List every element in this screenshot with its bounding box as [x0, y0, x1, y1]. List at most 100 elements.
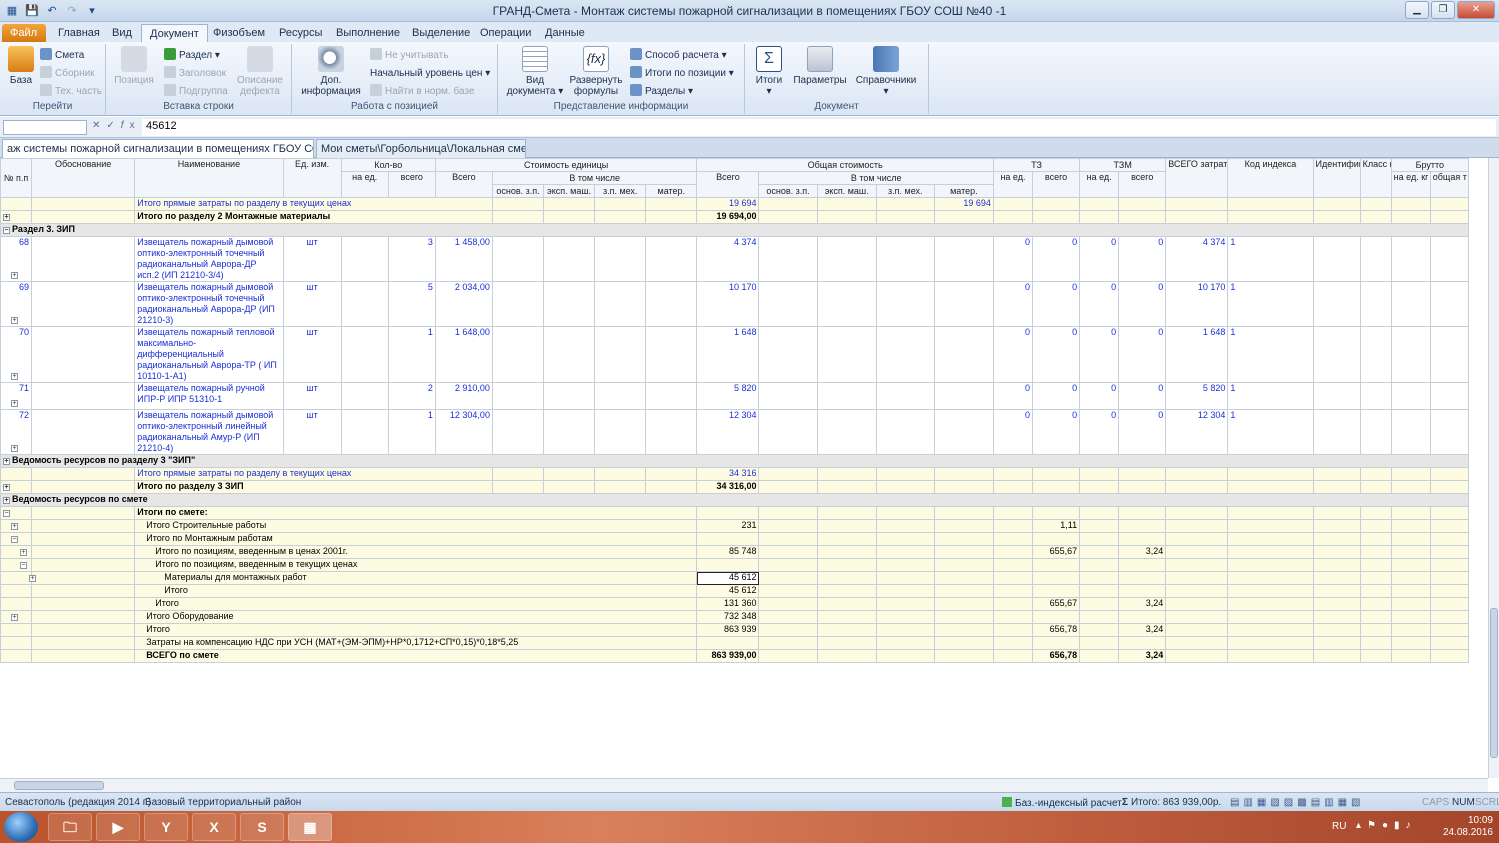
grid-cell[interactable] — [875, 197, 935, 211]
grid-cell[interactable]: 1 648 — [1165, 326, 1229, 383]
grid-cell[interactable] — [816, 519, 877, 533]
grid-cell[interactable] — [1429, 623, 1470, 637]
grid-cell[interactable] — [1312, 597, 1361, 611]
expand-icon[interactable]: + — [20, 549, 27, 556]
grid-cell[interactable] — [1429, 326, 1470, 383]
find-in-base-button[interactable]: Найти в норм. базе — [370, 84, 474, 100]
grid-cell[interactable] — [1079, 532, 1120, 546]
table-row[interactable]: Итого прямые затраты по разделу в текущи… — [0, 197, 1470, 211]
col-tzm-per-unit[interactable]: на ед. — [1079, 171, 1120, 198]
grid-cell[interactable] — [1079, 545, 1120, 559]
grid-cell[interactable] — [491, 281, 545, 327]
grid-cell[interactable] — [816, 584, 877, 598]
skype-icon[interactable]: S — [240, 813, 284, 841]
grid-cell[interactable]: − Раздел 3. ЗИП — [0, 223, 1469, 237]
grid-cell[interactable] — [31, 649, 136, 663]
col-unit[interactable]: Ед. изм. — [282, 158, 342, 198]
grid-cell[interactable] — [340, 236, 389, 282]
grid-cell[interactable] — [1429, 382, 1470, 410]
grid-cell[interactable]: − — [0, 506, 33, 520]
col-tzm[interactable]: ТЗМ — [1079, 158, 1167, 172]
grid-cell[interactable] — [0, 649, 33, 663]
grid-cell[interactable] — [758, 480, 818, 494]
grid-cell[interactable]: 3,24 — [1118, 649, 1167, 663]
grid-cell[interactable] — [816, 506, 877, 520]
grid-cell[interactable] — [0, 467, 33, 481]
grid-cell[interactable] — [1165, 197, 1229, 211]
grid-cell[interactable]: 1 — [1227, 236, 1314, 282]
table-row[interactable]: 71 + Извещатель пожарный ручной ИПР-Р ИПР … — [0, 382, 1470, 410]
collapse-icon[interactable]: − — [11, 536, 18, 543]
grid-cell[interactable] — [816, 326, 877, 383]
grid-cell[interactable] — [1429, 281, 1470, 327]
excel-icon[interactable]: X — [192, 813, 236, 841]
grid-cell[interactable] — [933, 210, 994, 224]
expand-icon[interactable]: + — [3, 484, 10, 491]
grid-cell[interactable]: 10 170 — [696, 281, 760, 327]
tab-home[interactable]: Главная — [50, 24, 108, 42]
grid-cell[interactable]: 2 910,00 — [434, 382, 493, 410]
grid-cell[interactable] — [543, 236, 596, 282]
grid-cell[interactable] — [875, 506, 935, 520]
formula-input[interactable]: 45612 — [142, 119, 1496, 136]
col-obosn[interactable]: Обоснование — [31, 158, 136, 198]
grid-cell[interactable] — [31, 571, 136, 585]
table-row[interactable]: + Итого Строительные работы 231 1,11 — [0, 519, 1470, 533]
expand-icon[interactable]: + — [11, 373, 18, 380]
col-qty[interactable]: Кол-во — [340, 158, 436, 172]
table-row[interactable]: Итого 45 612 — [0, 584, 1470, 598]
grid-cell[interactable]: Итого Строительные работы — [134, 519, 698, 533]
maximize-button[interactable]: ❐ — [1431, 1, 1455, 19]
grid-cell[interactable] — [875, 236, 935, 282]
grid-cell[interactable] — [1390, 467, 1431, 481]
grid-cell[interactable] — [933, 281, 994, 327]
grid-cell[interactable] — [1227, 197, 1314, 211]
grid-cell[interactable] — [875, 467, 935, 481]
grid-cell[interactable] — [1429, 571, 1470, 585]
grid-cell[interactable] — [875, 409, 935, 455]
grid-cell[interactable] — [543, 281, 596, 327]
grid-cell[interactable] — [1429, 597, 1470, 611]
grid-cell[interactable] — [816, 558, 877, 572]
table-row[interactable]: − Итоги по смете: — [0, 506, 1470, 520]
grid-cell[interactable] — [816, 636, 877, 650]
tab-physvolume[interactable]: Физобъем — [205, 24, 273, 42]
grid-cell[interactable] — [1312, 210, 1361, 224]
expand-icon[interactable]: + — [11, 523, 18, 530]
grand-smeta-taskbar-icon[interactable]: ▦ — [288, 813, 332, 841]
grid-cell[interactable] — [1429, 409, 1470, 455]
grid-cell[interactable]: 0 — [1079, 281, 1120, 327]
grid-cell[interactable] — [645, 480, 698, 494]
grid-cell[interactable] — [1165, 623, 1229, 637]
grid-cell[interactable] — [1390, 558, 1431, 572]
grid-cell[interactable]: 0 — [1031, 236, 1081, 282]
expand-icon[interactable]: + — [11, 272, 18, 279]
horizontal-scrollbar[interactable] — [0, 778, 1488, 792]
grid-cell[interactable]: 4 374 — [696, 236, 760, 282]
grid-cell[interactable]: 655,67 — [1031, 545, 1081, 559]
expand-icon[interactable]: + — [11, 400, 18, 407]
col-cost-materials[interactable]: матер. — [933, 184, 994, 198]
expand-icon[interactable]: + — [29, 575, 36, 582]
grid-cell[interactable]: шт — [282, 281, 342, 327]
grid-cell[interactable]: 5 820 — [1165, 382, 1229, 410]
grid-cell[interactable]: 1 648 — [696, 326, 760, 383]
grid-cell[interactable] — [758, 649, 818, 663]
status-base-region[interactable]: Базовый территориальный район — [145, 797, 301, 808]
grid-cell[interactable] — [1031, 610, 1081, 624]
grid-cell[interactable]: Материалы для монтажных работ — [134, 571, 698, 585]
grid-cell[interactable] — [645, 281, 698, 327]
grid-cell[interactable] — [1390, 409, 1431, 455]
grid-cell[interactable]: 656,78 — [1031, 623, 1081, 637]
grid-cell[interactable] — [1165, 610, 1229, 624]
grid-cell[interactable]: 0 — [1031, 281, 1081, 327]
grid-cell[interactable] — [816, 597, 877, 611]
grid-cell[interactable] — [696, 636, 760, 650]
grid-cell[interactable]: 1,11 — [1031, 519, 1081, 533]
grid-cell[interactable]: Итого — [134, 597, 698, 611]
podgruppa-button[interactable]: Подгруппа — [164, 84, 228, 100]
tray-icons[interactable]: ▴⚑●▮♪ — [1356, 820, 1417, 831]
grid-cell[interactable] — [875, 210, 935, 224]
grid-cell[interactable] — [1031, 480, 1081, 494]
grid-cell[interactable] — [1429, 532, 1470, 546]
